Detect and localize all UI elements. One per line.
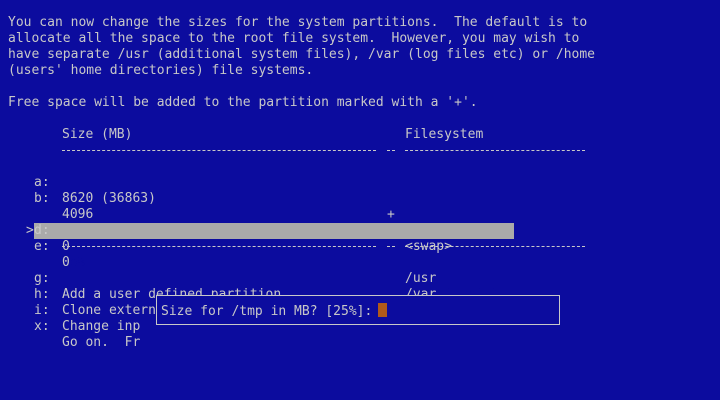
text-cursor — [378, 303, 388, 317]
intro-line-2: allocate all the space to the root file … — [8, 31, 580, 46]
partition-row-e[interactable]: e: 0 /var — [0, 223, 720, 302]
filesystem-column-header: Filesystem — [405, 127, 484, 142]
action-label: Go on. Fr — [62, 335, 141, 350]
table-top-rule — [0, 143, 720, 159]
size-input-dialog: Size for /tmp in MB? [25%]: — [156, 295, 560, 325]
intro-line-4: (users' home directories) file systems. — [8, 63, 314, 78]
size-column-header: Size (MB) — [62, 127, 133, 142]
action-clone-partitions[interactable]: h: Clone external partition(s) — [0, 271, 720, 318]
free-space-note: Free space will be added to the partitio… — [8, 95, 478, 110]
size-prompt-label: Size for /tmp in MB? [25%]: — [161, 304, 373, 319]
intro-line-3: have separate /usr (additional system fi… — [8, 47, 595, 62]
action-key: x: — [34, 319, 50, 334]
size-prompt-line: Size for /tmp in MB? [25%]: — [161, 303, 388, 320]
table-bottom-rule — [0, 239, 720, 255]
installer-screen: { "intro": { "lines": [ "You can now cha… — [0, 0, 720, 400]
partition-row-d[interactable]: d: 0 /usr — [0, 207, 720, 286]
intro-line-1: You can now change the sizes for the sys… — [8, 15, 588, 30]
action-add-partition[interactable]: g: Add a user defined partition — [0, 255, 720, 302]
size-input-field[interactable] — [372, 303, 388, 319]
partition-row-b[interactable]: b: 4096 <swap> — [0, 175, 720, 254]
action-label: Change inp — [62, 319, 141, 334]
partition-row-a[interactable]: a: 8620 (36863) + / — [0, 159, 720, 238]
partition-row-c-selected[interactable]: > c: 25% /tmp (tmpfs) — [0, 191, 720, 302]
